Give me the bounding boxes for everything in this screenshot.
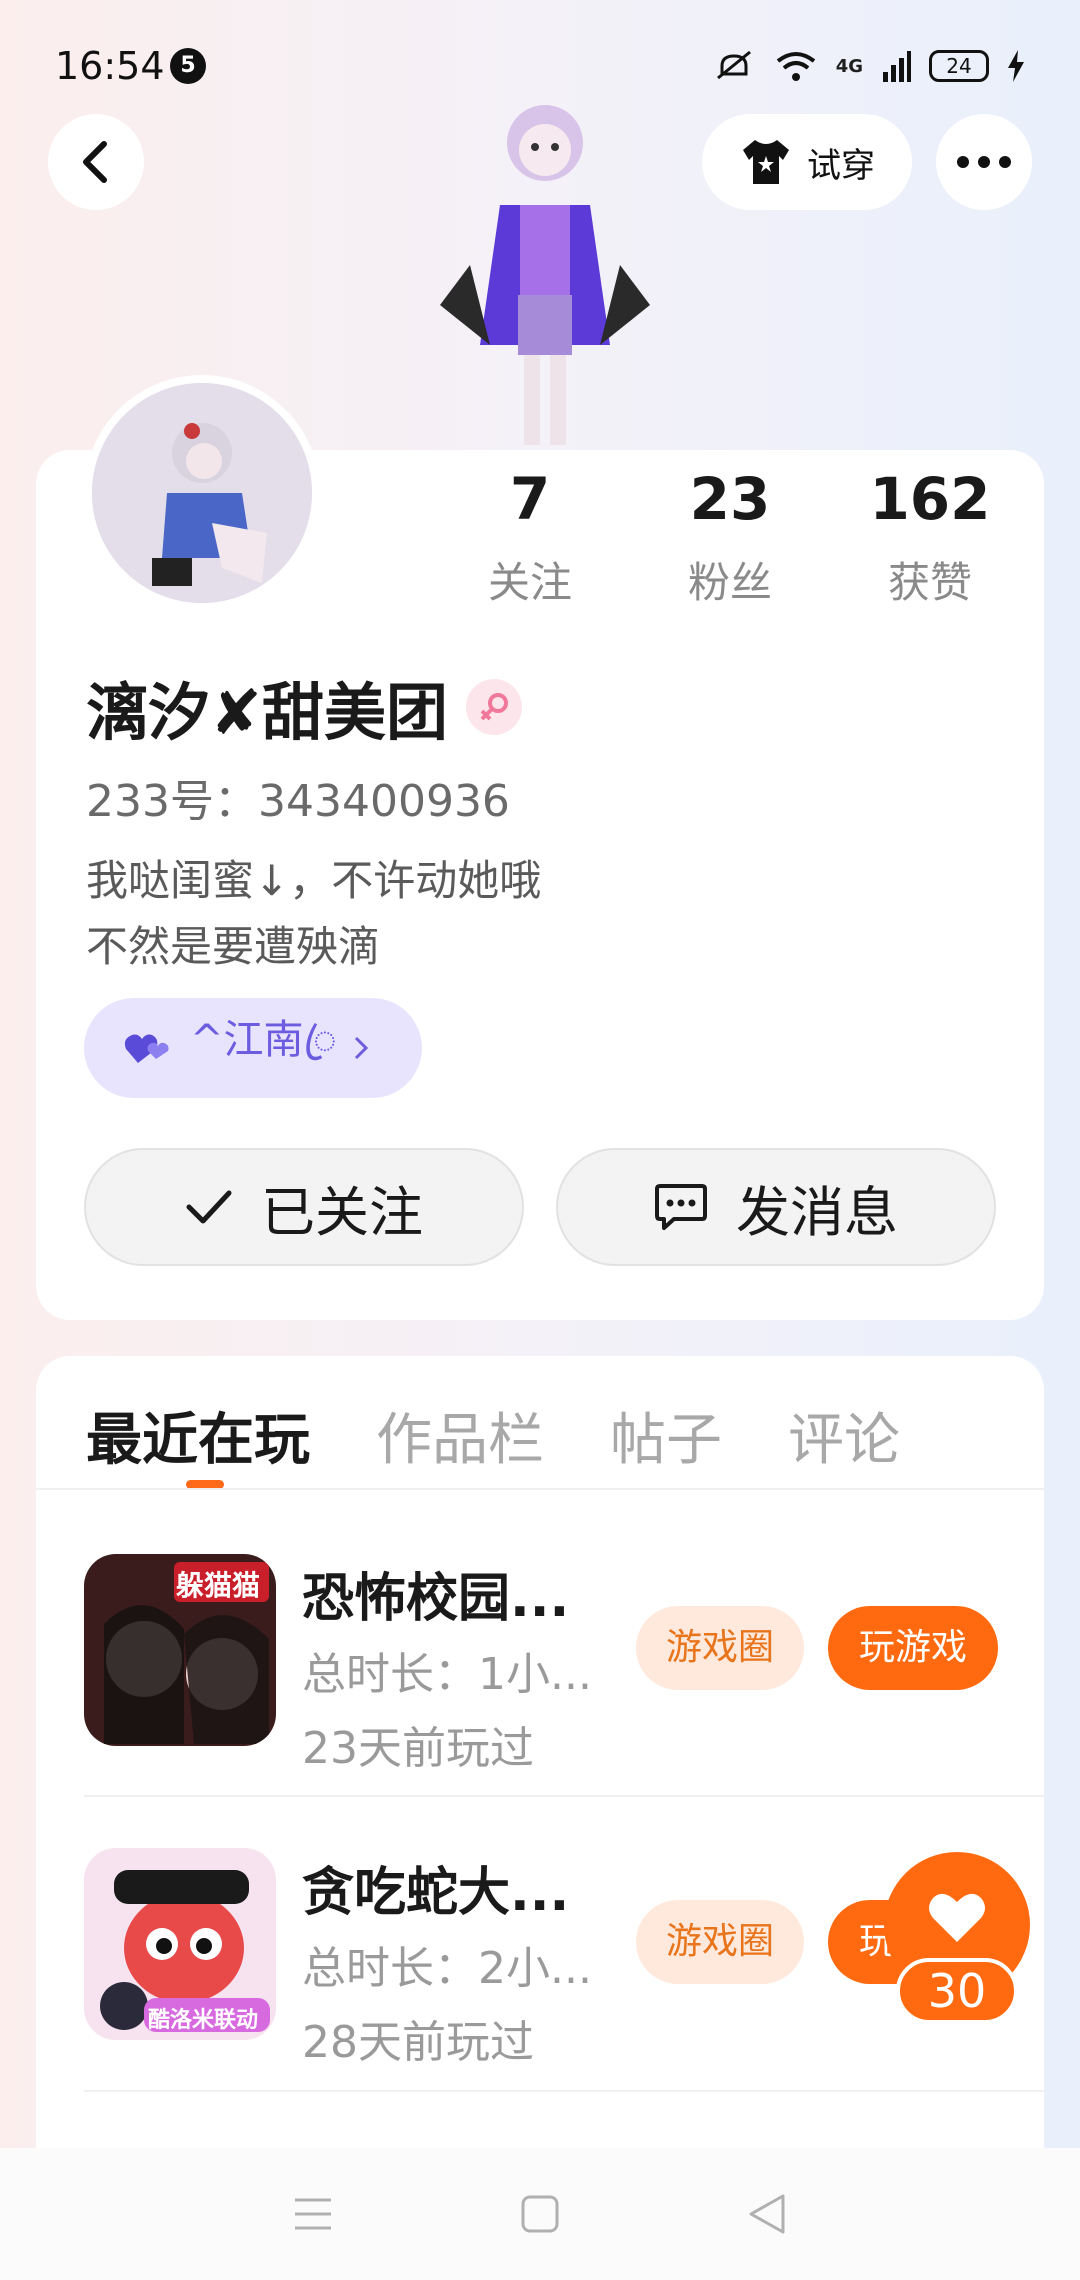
chevron-right-icon [354, 1036, 368, 1060]
system-nav-bar [0, 2148, 1080, 2280]
game-last-played: 23天前玩过 [302, 1723, 534, 1774]
signal-icon [883, 51, 911, 82]
checkmark-icon [186, 1190, 232, 1224]
message-label: 发消息 [736, 1180, 898, 1244]
game-title: 恐怖校园... [302, 1569, 570, 1629]
bestie-name: ^江南ꦿ [190, 1016, 337, 1063]
stat-following[interactable]: 7 关注 [430, 465, 630, 610]
more-icon [957, 156, 1011, 168]
mute-icon [716, 50, 751, 80]
status-icons: 4G 24 [712, 46, 1025, 86]
bestie-chip[interactable]: ^江南ꦿ [84, 998, 422, 1098]
stat-likes-value: 162 [869, 465, 991, 533]
profile-tabs: 最近在玩 作品栏 帖子 评论 [86, 1395, 900, 1476]
tabs-divider [36, 1488, 1044, 1490]
gender-badge [465, 679, 522, 735]
more-options-button[interactable] [936, 114, 1032, 210]
stat-likes[interactable]: 162 获赞 [830, 465, 1030, 610]
stat-fans-label: 粉丝 [687, 558, 772, 607]
row-divider [84, 2090, 1044, 2092]
game-thumbnail-text: 酷洛米联动 [148, 2008, 259, 2033]
game-circle-button[interactable]: 游戏圈 [636, 1606, 804, 1690]
message-button[interactable]: 发消息 [556, 1148, 996, 1266]
follow-button[interactable]: 已关注 [84, 1148, 524, 1266]
stat-fans[interactable]: 23 粉丝 [630, 465, 830, 610]
try-on-button[interactable]: 试穿 [702, 114, 912, 210]
stat-following-value: 7 [509, 465, 551, 533]
female-icon [480, 693, 508, 721]
tab-recently-played[interactable]: 最近在玩 [86, 1395, 310, 1476]
avatar-image [92, 383, 312, 603]
row-divider [84, 1795, 1044, 1797]
game-row[interactable]: 躲猫猫 恐怖校园... 总时长：1小... 23天前玩过 游戏圈 玩游戏 [84, 1554, 1044, 1848]
wifi-icon [776, 52, 815, 81]
game-duration: 总时长：1小... [302, 1649, 592, 1700]
heart-icon [929, 1893, 985, 1942]
stat-fans-value: 23 [689, 465, 771, 533]
home-icon[interactable] [520, 2194, 560, 2234]
follow-label: 已关注 [261, 1180, 423, 1244]
network-type: 4G [835, 55, 863, 77]
stat-likes-label: 获赞 [887, 558, 972, 607]
character-figure[interactable] [430, 95, 660, 450]
game-duration: 总时长：2小... [302, 1943, 592, 1994]
double-heart-icon [124, 1034, 169, 1063]
bio-line-1: 我哒闺蜜↓，不许动她哦 [86, 856, 542, 905]
tab-posts[interactable]: 帖子 [610, 1395, 722, 1476]
back-button[interactable] [48, 114, 144, 210]
bio: 我哒闺蜜↓，不许动她哦 不然是要遭殃滴 [86, 848, 541, 980]
chevron-left-icon [83, 141, 107, 183]
profile-stats: 7 关注 23 粉丝 162 获赞 [430, 465, 1030, 610]
menu-icon[interactable] [293, 2196, 333, 2232]
status-time: 16:54 [55, 44, 165, 88]
game-title: 贪吃蛇大... [302, 1863, 570, 1923]
avatar[interactable] [84, 375, 320, 611]
try-on-label: 试穿 [807, 145, 875, 186]
shirt-icon [743, 140, 789, 184]
user-id: 233号：343400936 [86, 776, 510, 827]
back-nav-icon[interactable] [747, 2192, 787, 2236]
battery-indicator: 24 [929, 50, 989, 82]
game-thumbnail-text: 躲猫猫 [176, 1569, 261, 1602]
tab-comments[interactable]: 评论 [788, 1395, 900, 1476]
play-game-button[interactable]: 玩游戏 [828, 1606, 998, 1690]
chat-bubble-icon [655, 1184, 707, 1230]
game-circle-button[interactable]: 游戏圈 [636, 1900, 804, 1984]
charging-icon [1008, 50, 1024, 82]
tab-works[interactable]: 作品栏 [376, 1395, 544, 1476]
stat-following-label: 关注 [487, 558, 572, 607]
game-last-played: 28天前玩过 [302, 2017, 534, 2068]
game-thumbnail[interactable]: 酷洛米联动 [84, 1848, 276, 2040]
bio-line-2: 不然是要遭殃滴 [86, 922, 381, 971]
username-row: 漓汐✘甜美团 [86, 662, 522, 752]
like-count: 30 [896, 1958, 1018, 2024]
username: 漓汐✘甜美团 [86, 676, 448, 749]
game-thumbnail[interactable]: 躲猫猫 [84, 1554, 276, 1746]
notification-badge: 5 [170, 48, 206, 84]
